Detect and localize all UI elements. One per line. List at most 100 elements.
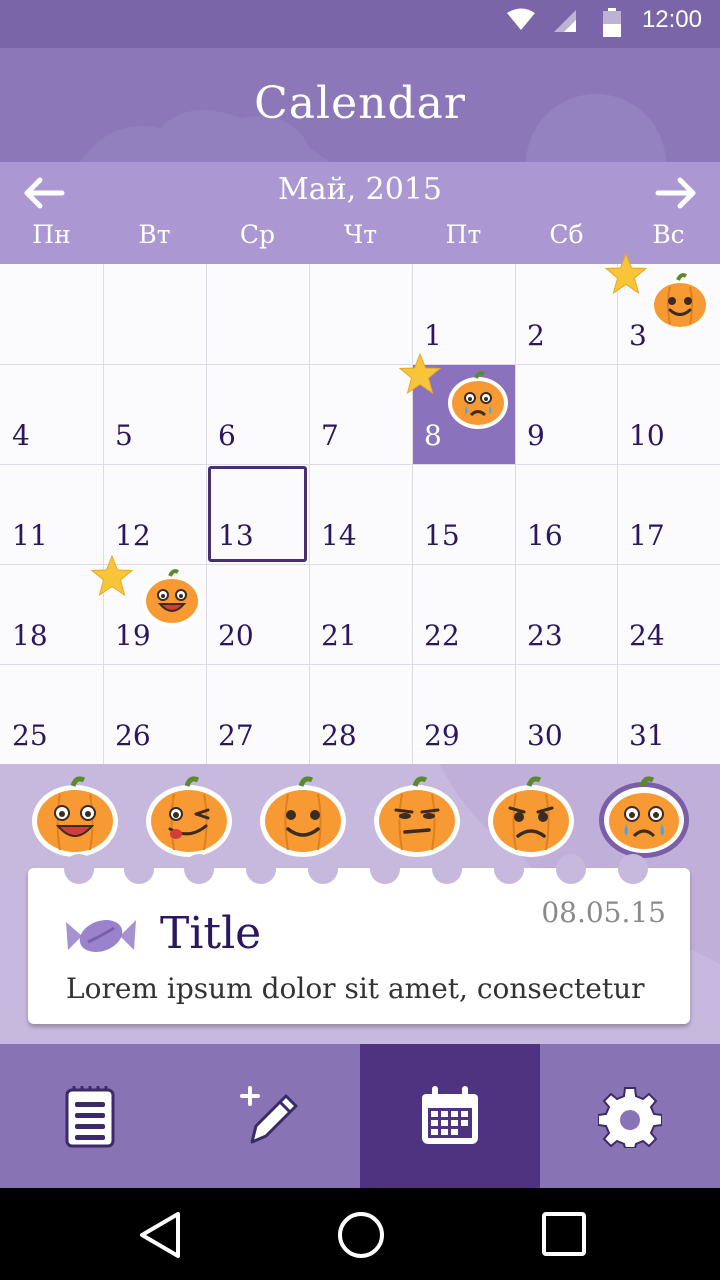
add-note-icon	[240, 1086, 298, 1144]
day-number: 20	[218, 619, 254, 652]
calendar-day[interactable]: 2	[515, 264, 618, 364]
calendar-day[interactable]: 30	[515, 664, 618, 764]
weekday-header: Пн Вт Ср Чт Пт Сб Вс	[0, 220, 720, 256]
calendar-day[interactable]: 20	[206, 564, 309, 664]
bottom-navigation	[0, 1044, 720, 1188]
home-icon[interactable]	[336, 1210, 386, 1260]
pumpkin-laugh-icon	[142, 569, 202, 627]
calendar-day[interactable]: 16	[515, 464, 618, 564]
grid-divider	[0, 364, 720, 365]
note-card[interactable]: Title 08.05.15 Lorem ipsum dolor sit ame…	[28, 854, 690, 1024]
scallop-dot	[184, 854, 214, 884]
status-bar: 12:00	[0, 0, 720, 48]
grid-divider	[103, 264, 104, 764]
day-number: 18	[12, 619, 48, 652]
calendar-day[interactable]: 12	[103, 464, 206, 564]
day-number: 12	[115, 519, 151, 552]
star-icon	[90, 554, 134, 597]
tab-calendar[interactable]	[360, 1044, 540, 1188]
calendar-day[interactable]: 22	[412, 564, 515, 664]
scallop-dot	[246, 854, 276, 884]
calendar-day[interactable]: 1	[412, 264, 515, 364]
calendar-day[interactable]: 18	[0, 564, 103, 664]
calendar-day[interactable]: 14	[309, 464, 412, 564]
calendar-day[interactable]: 4	[0, 364, 103, 464]
day-number: 2	[527, 319, 545, 352]
day-number: 5	[115, 419, 133, 452]
calendar-day[interactable]: 29	[412, 664, 515, 764]
day-number: 25	[12, 719, 48, 752]
scallop-dot	[432, 854, 462, 884]
status-time: 12:00	[641, 6, 702, 33]
calendar-day[interactable]: 11	[0, 464, 103, 564]
note-card-scallop	[28, 854, 690, 888]
wifi-icon	[507, 8, 535, 30]
day-number: 14	[321, 519, 357, 552]
grid-divider	[617, 264, 618, 764]
day-number: 27	[218, 719, 254, 752]
calendar-day[interactable]: 10	[617, 364, 720, 464]
calendar-day[interactable]: 5	[103, 364, 206, 464]
scallop-dot	[64, 854, 94, 884]
weekday-label: Сб	[549, 220, 584, 249]
calendar-day[interactable]: 6	[206, 364, 309, 464]
weekday-label: Вс	[652, 220, 685, 249]
grid-divider	[0, 464, 720, 465]
day-number: 9	[527, 419, 545, 452]
calendar-day[interactable]: 23	[515, 564, 618, 664]
star-icon	[398, 352, 442, 395]
mood-annoyed-icon[interactable]	[372, 774, 462, 858]
day-number: 8	[424, 419, 442, 452]
calendar-day[interactable]: 27	[206, 664, 309, 764]
tab-notes[interactable]	[0, 1044, 180, 1188]
day-number: 26	[115, 719, 151, 752]
calendar-day[interactable]: 25	[0, 664, 103, 764]
calendar-day[interactable]: 9	[515, 364, 618, 464]
calendar-day[interactable]: 26	[103, 664, 206, 764]
calendar-icon	[422, 1086, 478, 1144]
calendar-day[interactable]: 7	[309, 364, 412, 464]
day-number: 3	[629, 319, 647, 352]
mood-sad-icon[interactable]	[486, 774, 576, 858]
notes-icon	[65, 1086, 115, 1148]
mood-picker: Title 08.05.15 Lorem ipsum dolor sit ame…	[0, 764, 720, 1044]
mood-smile-icon[interactable]	[258, 774, 348, 858]
calendar-day-today[interactable]: 13	[206, 464, 309, 564]
weekday-label: Ср	[239, 220, 276, 249]
calendar-day[interactable]: 21	[309, 564, 412, 664]
scallop-dot	[308, 854, 338, 884]
day-number: 10	[629, 419, 665, 452]
grid-divider	[515, 264, 516, 764]
mood-cry-icon[interactable]	[598, 772, 690, 860]
weekday-label: Пт	[445, 220, 482, 249]
app-header: Calendar	[0, 48, 720, 162]
calendar-day[interactable]: 15	[412, 464, 515, 564]
calendar-day[interactable]: 24	[617, 564, 720, 664]
scallop-dot	[618, 854, 648, 884]
scallop-dot	[370, 854, 400, 884]
tab-add-note[interactable]	[180, 1044, 360, 1188]
month-title: Май, 2015	[277, 172, 443, 207]
pumpkin-cry-icon	[448, 371, 508, 429]
calendar-day[interactable]: 28	[309, 664, 412, 764]
grid-divider	[309, 264, 310, 764]
mood-laugh-icon[interactable]	[30, 774, 120, 858]
grid-divider	[206, 264, 207, 764]
battery-icon	[603, 8, 621, 37]
weekday-label: Пн	[32, 220, 71, 249]
tab-settings[interactable]	[540, 1044, 720, 1188]
day-number: 1	[424, 319, 442, 352]
mood-wink-icon[interactable]	[144, 774, 234, 858]
recent-apps-icon[interactable]	[540, 1210, 588, 1258]
next-month-arrow-icon[interactable]	[654, 176, 698, 210]
note-title: Title	[160, 908, 262, 959]
calendar-day[interactable]: 17	[617, 464, 720, 564]
day-number: 7	[321, 419, 339, 452]
calendar-day[interactable]: 31	[617, 664, 720, 764]
weekday-label: Вт	[138, 220, 171, 249]
day-number: 29	[424, 719, 460, 752]
pumpkin-smile-icon	[650, 273, 710, 331]
grid-divider	[0, 664, 720, 665]
day-number: 31	[629, 719, 665, 752]
back-icon[interactable]	[136, 1210, 186, 1260]
